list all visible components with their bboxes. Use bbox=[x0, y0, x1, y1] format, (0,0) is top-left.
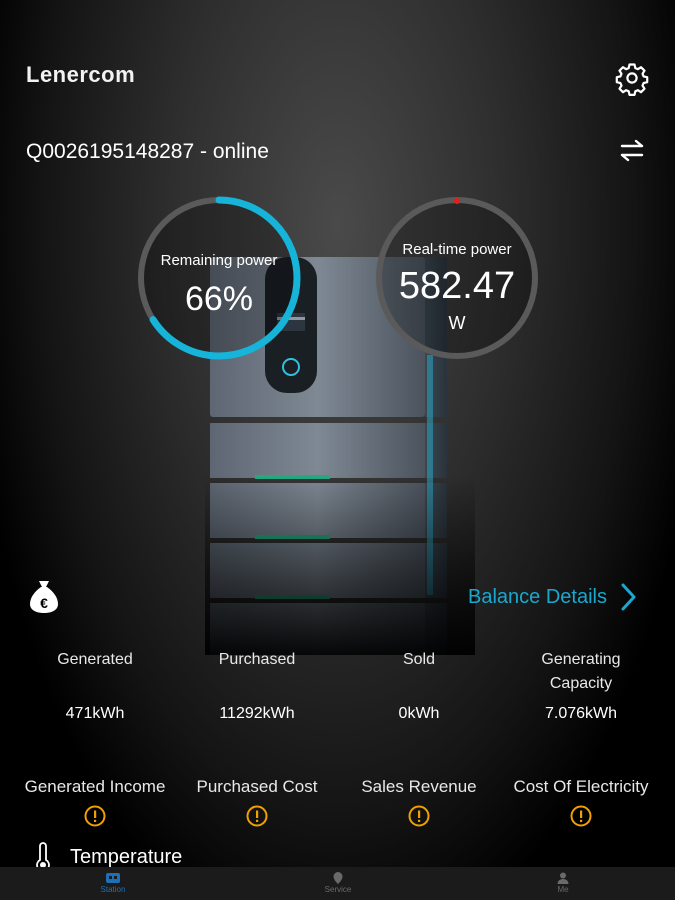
realtime-indicator-dot bbox=[454, 198, 460, 204]
euro-moneybag-icon: € bbox=[30, 581, 58, 613]
chevron-right-icon bbox=[621, 583, 636, 611]
fin-label: Cost Of Electricity bbox=[513, 777, 649, 796]
warning-icon[interactable] bbox=[570, 805, 592, 827]
svg-text:€: € bbox=[40, 595, 48, 611]
stat-label: Sold bbox=[402, 651, 436, 668]
location-pin-icon bbox=[333, 872, 343, 884]
fin-generated-income: Generated Income bbox=[10, 777, 180, 797]
temperature-label: Temperature bbox=[70, 846, 183, 868]
nav-station[interactable]: Station bbox=[53, 867, 173, 900]
stat-purchased: Purchased 11292kWh bbox=[182, 648, 332, 722]
stat-label: Generated bbox=[57, 651, 133, 668]
remaining-power-gauge bbox=[137, 196, 301, 360]
fin-label: Sales Revenue bbox=[361, 777, 477, 796]
gear-icon[interactable] bbox=[614, 60, 650, 96]
nav-label: Station bbox=[100, 885, 126, 894]
fin-cost-of-electricity: Cost Of Electricity bbox=[496, 777, 666, 797]
stat-value: 7.076kWh bbox=[544, 705, 618, 722]
nav-label: Service bbox=[324, 885, 352, 894]
warning-icon[interactable] bbox=[246, 805, 268, 827]
person-icon bbox=[557, 872, 569, 884]
swap-arrows-icon[interactable] bbox=[616, 136, 648, 166]
nav-service[interactable]: Service bbox=[278, 867, 398, 900]
stat-generating-capacity: Generating Capacity 7.076kWh bbox=[506, 648, 656, 722]
warning-icon[interactable] bbox=[84, 805, 106, 827]
station-icon bbox=[106, 873, 120, 883]
remaining-power-value: 66% bbox=[184, 280, 254, 318]
realtime-power-label: Real-time power bbox=[402, 241, 512, 258]
bottom-nav: Station Service Me bbox=[0, 867, 675, 900]
balance-details-label: Balance Details bbox=[468, 585, 607, 608]
fin-purchased-cost: Purchased Cost bbox=[172, 777, 342, 797]
brand-logo: Lenercom bbox=[26, 62, 136, 87]
warning-icon[interactable] bbox=[408, 805, 430, 827]
nav-label: Me bbox=[557, 885, 569, 894]
app-screen: Lenercom Q0026195148287 - online Remaini… bbox=[0, 0, 675, 900]
stat-value: 11292kWh bbox=[219, 705, 295, 722]
stat-value: 0kWh bbox=[398, 705, 440, 722]
stat-generated: Generated 471kWh bbox=[20, 648, 170, 722]
realtime-power-unit: W bbox=[448, 313, 466, 333]
fin-label: Purchased Cost bbox=[196, 777, 318, 796]
stat-value: 471kWh bbox=[65, 705, 125, 722]
balance-details-link[interactable]: Balance Details bbox=[468, 582, 637, 612]
nav-me[interactable]: Me bbox=[503, 867, 623, 900]
fin-sales-revenue: Sales Revenue bbox=[334, 777, 504, 797]
stat-label: Purchased bbox=[218, 651, 296, 668]
fin-label: Generated Income bbox=[24, 777, 166, 796]
remaining-power-label: Remaining power bbox=[160, 252, 278, 269]
device-status: Q0026195148287 - online bbox=[26, 140, 269, 163]
stat-label: Generating Capacity bbox=[541, 651, 621, 692]
stat-sold: Sold 0kWh bbox=[344, 648, 494, 722]
realtime-power-value: 582.47 bbox=[398, 265, 516, 307]
